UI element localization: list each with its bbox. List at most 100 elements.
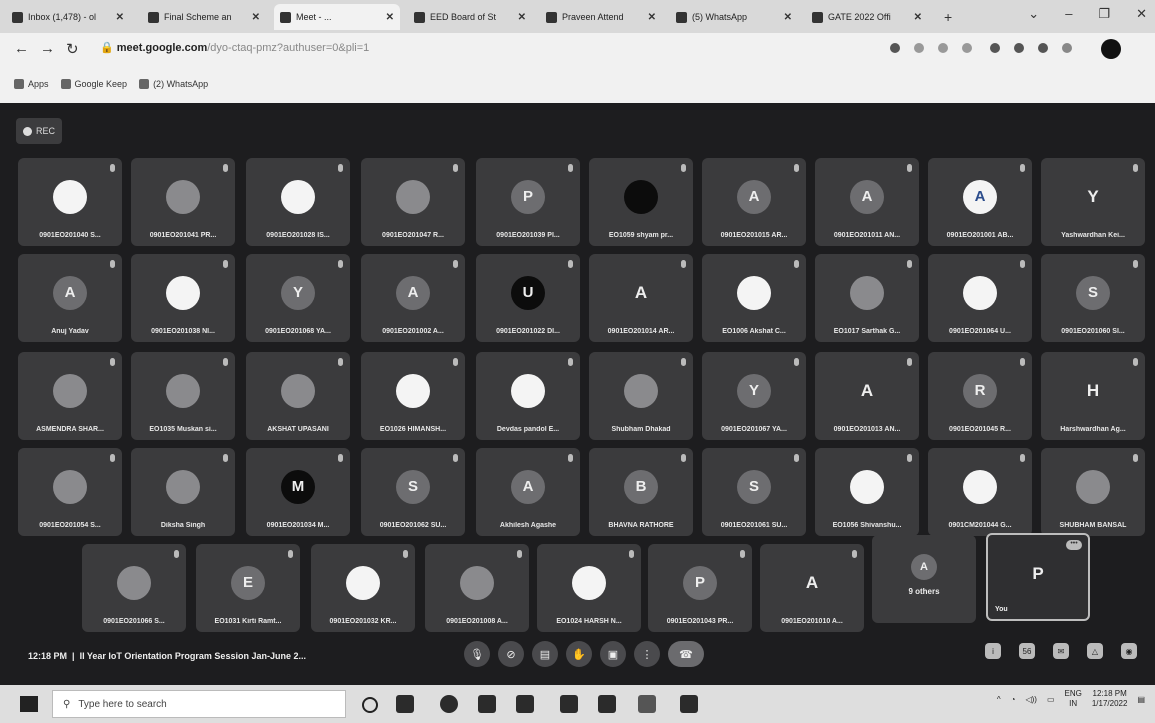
participant-tile[interactable]: A 0901EO201010 A... (760, 544, 864, 632)
maximize-icon[interactable]: ❐ (1098, 6, 1110, 22)
browser-tab[interactable]: Meet - ... ✕ (274, 4, 400, 30)
participant-tile[interactable]: A 0901EO201011 AN... (815, 158, 919, 246)
star-icon[interactable] (962, 43, 972, 53)
network-icon[interactable]: ◔ (1011, 695, 1016, 704)
participant-tile[interactable]: 0901EO201054 S... (18, 448, 122, 536)
participant-tile[interactable]: A 0901EO201014 AR... (589, 254, 693, 342)
store-icon[interactable] (516, 695, 534, 713)
close-tab-icon[interactable]: ✕ (914, 12, 922, 23)
forward-icon[interactable]: → (40, 40, 55, 57)
language-indicator[interactable]: ENG IN (1065, 689, 1082, 709)
participant-tile[interactable]: Devdas pandol E... (476, 352, 580, 440)
participant-tile[interactable]: P 0901EO201043 PR... (648, 544, 752, 632)
participant-tile[interactable]: EO1059 shyam pr... (589, 158, 693, 246)
url-field[interactable]: 🔒 meet.google.com/dyo-ctaq-pmz?authuser=… (100, 41, 369, 54)
reload-icon[interactable]: ↻ (66, 40, 79, 58)
participant-tile[interactable]: H Harshwardhan Ag... (1041, 352, 1145, 440)
host-controls-button[interactable]: ◉ (1121, 643, 1137, 659)
mail-icon[interactable] (560, 695, 578, 713)
close-tab-icon[interactable]: ✕ (116, 12, 124, 23)
participant-tile[interactable]: A 0901EO201013 AN... (815, 352, 919, 440)
more-options-icon[interactable]: ••• (1066, 540, 1082, 550)
close-tab-icon[interactable]: ✕ (784, 12, 792, 23)
location-icon[interactable] (914, 43, 924, 53)
extension-icon[interactable] (990, 43, 1000, 53)
participant-tile[interactable]: EO1024 HARSH N... (537, 544, 641, 632)
participant-tile[interactable]: ASMENDRA SHAR... (18, 352, 122, 440)
info-button[interactable]: i (985, 643, 1001, 659)
bookmark-item[interactable]: Google Keep (60, 79, 127, 89)
participant-tile[interactable]: Y Yashwardhan Kei... (1041, 158, 1145, 246)
snip-icon[interactable] (680, 695, 698, 713)
participant-tile[interactable]: EO1006 Akshat C... (702, 254, 806, 342)
participant-tile[interactable]: U 0901EO201022 DI... (476, 254, 580, 342)
participant-tile[interactable]: S 0901EO201061 SU... (702, 448, 806, 536)
mic-button[interactable]: 🎙 (464, 641, 490, 667)
more-options-button[interactable]: ⋮ (634, 641, 660, 667)
puzzle-icon[interactable] (1062, 43, 1072, 53)
file-explorer-icon[interactable] (478, 695, 496, 713)
participant-tile[interactable]: 0901EO201040 S... (18, 158, 122, 246)
taskbar-search-input[interactable]: ⚲ Type here to search (52, 690, 346, 718)
browser-tab[interactable]: (5) WhatsApp ✕ (670, 4, 798, 30)
browser-tab[interactable]: Inbox (1,478) - ol ✕ (6, 4, 130, 30)
close-tab-icon[interactable]: ✕ (518, 12, 526, 23)
close-tab-icon[interactable]: ✕ (252, 12, 260, 23)
participant-tile[interactable]: B BHAVNA RATHORE (589, 448, 693, 536)
new-tab-icon[interactable]: + (944, 9, 952, 25)
participant-tile[interactable]: Y 0901EO201068 YA... (246, 254, 350, 342)
participant-tile[interactable]: 0901EO201038 NI... (131, 254, 235, 342)
extension-icon[interactable] (1014, 43, 1024, 53)
participant-tile[interactable]: 0901CM201044 G... (928, 448, 1032, 536)
participant-tile[interactable]: AKSHAT UPASANI (246, 352, 350, 440)
windows-start-icon[interactable] (20, 696, 38, 712)
participant-tile[interactable]: S 0901EO201060 SI... (1041, 254, 1145, 342)
participant-tile[interactable]: 0901EO201028 IS... (246, 158, 350, 246)
participant-tile[interactable]: EO1017 Sarthak G... (815, 254, 919, 342)
participant-tile[interactable]: 0901EO201032 KR... (311, 544, 415, 632)
captions-button[interactable]: ▤ (532, 641, 558, 667)
present-button[interactable]: ▣ (600, 641, 626, 667)
participant-tile[interactable]: S 0901EO201062 SU... (361, 448, 465, 536)
tab-search-icon[interactable]: ⌄ (1028, 6, 1039, 22)
task-view-icon[interactable] (396, 695, 414, 713)
browser-tab[interactable]: Final Scheme an ✕ (142, 4, 266, 30)
chat-button[interactable]: ✉ (1053, 643, 1069, 659)
close-tab-icon[interactable]: ✕ (386, 12, 394, 23)
close-window-icon[interactable]: ✕ (1136, 6, 1147, 22)
participant-tile[interactable]: R 0901EO201045 R... (928, 352, 1032, 440)
volume-icon[interactable]: ◁)) (1025, 695, 1036, 704)
bookmark-item[interactable]: Apps (14, 79, 49, 89)
camera-indicator-icon[interactable] (890, 43, 900, 53)
zoom-icon[interactable] (938, 43, 948, 53)
participant-tile[interactable]: EO1035 Muskan si... (131, 352, 235, 440)
participant-tile[interactable]: Y 0901EO201067 YA... (702, 352, 806, 440)
participant-tile[interactable]: A 0901EO201001 AB... (928, 158, 1032, 246)
participant-tile[interactable]: A 0901EO201002 A... (361, 254, 465, 342)
participant-tile[interactable]: 0901EO201066 S... (82, 544, 186, 632)
participant-tile[interactable]: A 0901EO201015 AR... (702, 158, 806, 246)
participant-tile[interactable]: 0901EO201008 A... (425, 544, 529, 632)
browser-tab[interactable]: GATE 2022 Offi ✕ (806, 4, 928, 30)
minimize-icon[interactable]: – (1065, 6, 1072, 22)
taskbar-clock[interactable]: 12:18 PM 1/17/2022 (1092, 689, 1128, 709)
participant-tile[interactable]: 0901EO201064 U... (928, 254, 1032, 342)
chevron-up-icon[interactable]: ^ (997, 695, 1001, 704)
camera-button[interactable]: ⊘ (498, 641, 524, 667)
browser-tab[interactable]: Praveen Attend ✕ (540, 4, 662, 30)
notifications-icon[interactable]: ▤ (1137, 695, 1145, 704)
participant-tile[interactable]: Shubham Dhakad (589, 352, 693, 440)
extension-icon[interactable] (1038, 43, 1048, 53)
browser-tab[interactable]: EED Board of St ✕ (408, 4, 532, 30)
participant-tile[interactable]: EO1026 HIMANSH... (361, 352, 465, 440)
participant-tile[interactable]: SHUBHAM BANSAL (1041, 448, 1145, 536)
close-tab-icon[interactable]: ✕ (648, 12, 656, 23)
participant-tile[interactable]: M 0901EO201034 M... (246, 448, 350, 536)
people-button[interactable]: 56 (1019, 643, 1035, 659)
activities-button[interactable]: △ (1087, 643, 1103, 659)
participant-tile[interactable]: E EO1031 Kirti Ramt... (196, 544, 300, 632)
participant-tile[interactable]: P 0901EO201039 PI... (476, 158, 580, 246)
battery-icon[interactable]: ▭ (1047, 695, 1055, 704)
raise-hand-button[interactable]: ✋ (566, 641, 592, 667)
edge-icon[interactable] (440, 695, 458, 713)
